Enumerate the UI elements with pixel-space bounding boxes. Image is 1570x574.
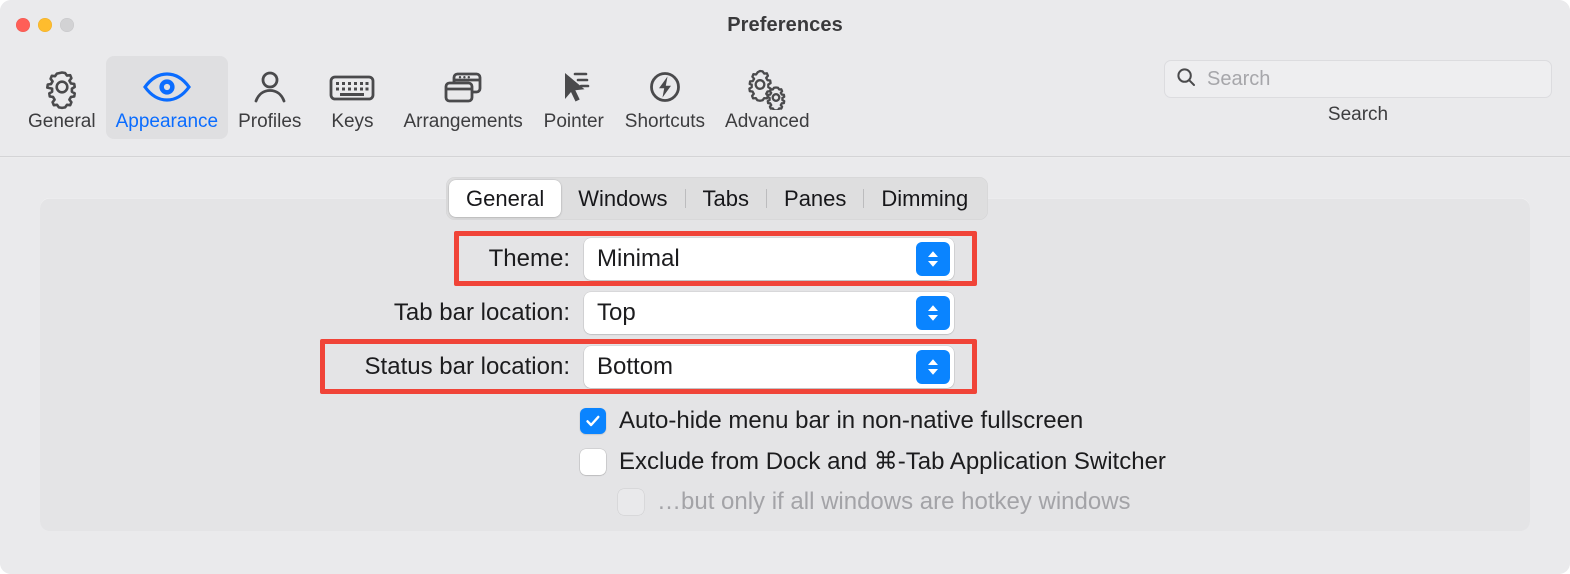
tab-dimming[interactable]: Dimming [864, 180, 985, 217]
auto-hide-menu-bar-label: Auto-hide menu bar in non-native fullscr… [619, 407, 1084, 434]
theme-label: Theme: [488, 245, 570, 272]
auto-hide-menu-bar-checkbox[interactable] [580, 408, 606, 434]
hotkey-windows-only-label: …but only if all windows are hotkey wind… [657, 488, 1131, 515]
tab-label: Dimming [881, 185, 969, 211]
status-bar-location-popup-button[interactable]: Bottom [584, 346, 954, 388]
theme-popup-value: Minimal [597, 245, 680, 272]
preferences-window: Preferences General Appearance Profiles … [0, 0, 1570, 574]
hotkey-windows-only-row: …but only if all windows are hotkey wind… [618, 488, 1131, 516]
tab-bar: General Windows Tabs Panes Dimming [446, 177, 989, 220]
chevron-updown-icon[interactable] [916, 242, 950, 276]
tab-bar-location-popup-value: Top [597, 299, 636, 326]
auto-hide-menu-bar-row[interactable]: Auto-hide menu bar in non-native fullscr… [580, 407, 1083, 435]
tab-label: General [466, 185, 545, 211]
tab-label: Windows [578, 185, 668, 211]
status-bar-location-label: Status bar location: [364, 353, 570, 380]
exclude-from-dock-label: Exclude from Dock and ⌘-Tab Application … [619, 448, 1166, 475]
theme-popup-button[interactable]: Minimal [584, 238, 954, 280]
tab-panes[interactable]: Panes [767, 180, 863, 217]
chevron-updown-icon[interactable] [916, 350, 950, 384]
tab-bar-location-label: Tab bar location: [393, 299, 570, 326]
tab-general[interactable]: General [449, 180, 562, 217]
tab-bar-location-popup-button[interactable]: Top [584, 292, 954, 334]
status-bar-location-row: Status bar location: Bottom [332, 346, 980, 388]
tab-tabs[interactable]: Tabs [686, 180, 766, 217]
chevron-updown-icon[interactable] [916, 296, 950, 330]
tab-bar-location-row: Tab bar location: Top [365, 292, 980, 334]
exclude-from-dock-checkbox[interactable] [580, 448, 606, 475]
tab-label: Tabs [702, 185, 750, 211]
theme-row: Theme: Minimal [470, 238, 980, 280]
status-bar-location-popup-value: Bottom [597, 353, 674, 380]
hotkey-windows-only-checkbox [618, 489, 644, 515]
tab-windows[interactable]: Windows [561, 180, 684, 217]
exclude-from-dock-row[interactable]: Exclude from Dock and ⌘-Tab Application … [580, 447, 1166, 476]
tab-label: Panes [784, 185, 847, 211]
